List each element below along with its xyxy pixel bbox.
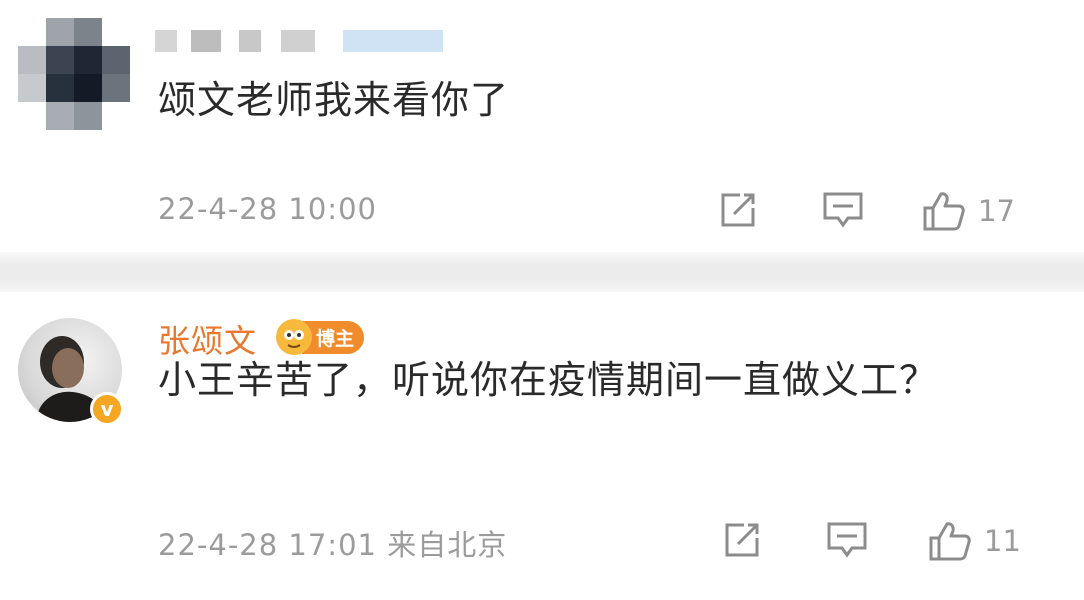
like-count: 11 <box>984 524 1021 558</box>
like-button[interactable]: 17 <box>922 190 1015 232</box>
thumbs-up-icon <box>923 192 965 231</box>
comment-timestamp: 22-4-28 17:01 来自北京 <box>158 528 508 562</box>
comment-icon <box>827 522 867 558</box>
comment-button[interactable] <box>822 190 864 230</box>
avatar[interactable] <box>18 18 130 130</box>
share-icon <box>721 193 755 227</box>
thumbs-up-icon <box>929 522 971 561</box>
comment-button[interactable] <box>826 520 868 560</box>
comment-text: 小王辛苦了，听说你在疫情期间一直做义工？ <box>158 358 939 402</box>
share-button[interactable] <box>722 520 762 560</box>
share-icon <box>725 523 759 557</box>
comment-text: 颂文老师我来看你了 <box>158 78 510 122</box>
comment-icon <box>823 192 863 228</box>
verified-icon: v <box>90 392 124 426</box>
comment-timestamp: 22-4-28 10:00 <box>158 192 377 226</box>
like-count: 17 <box>978 194 1015 228</box>
comment-divider <box>0 252 1084 292</box>
like-button[interactable]: 11 <box>928 520 1021 562</box>
comment-item: 颂文老师我来看你了 22-4-28 10:00 17 <box>0 0 1084 252</box>
share-button[interactable] <box>718 190 758 230</box>
